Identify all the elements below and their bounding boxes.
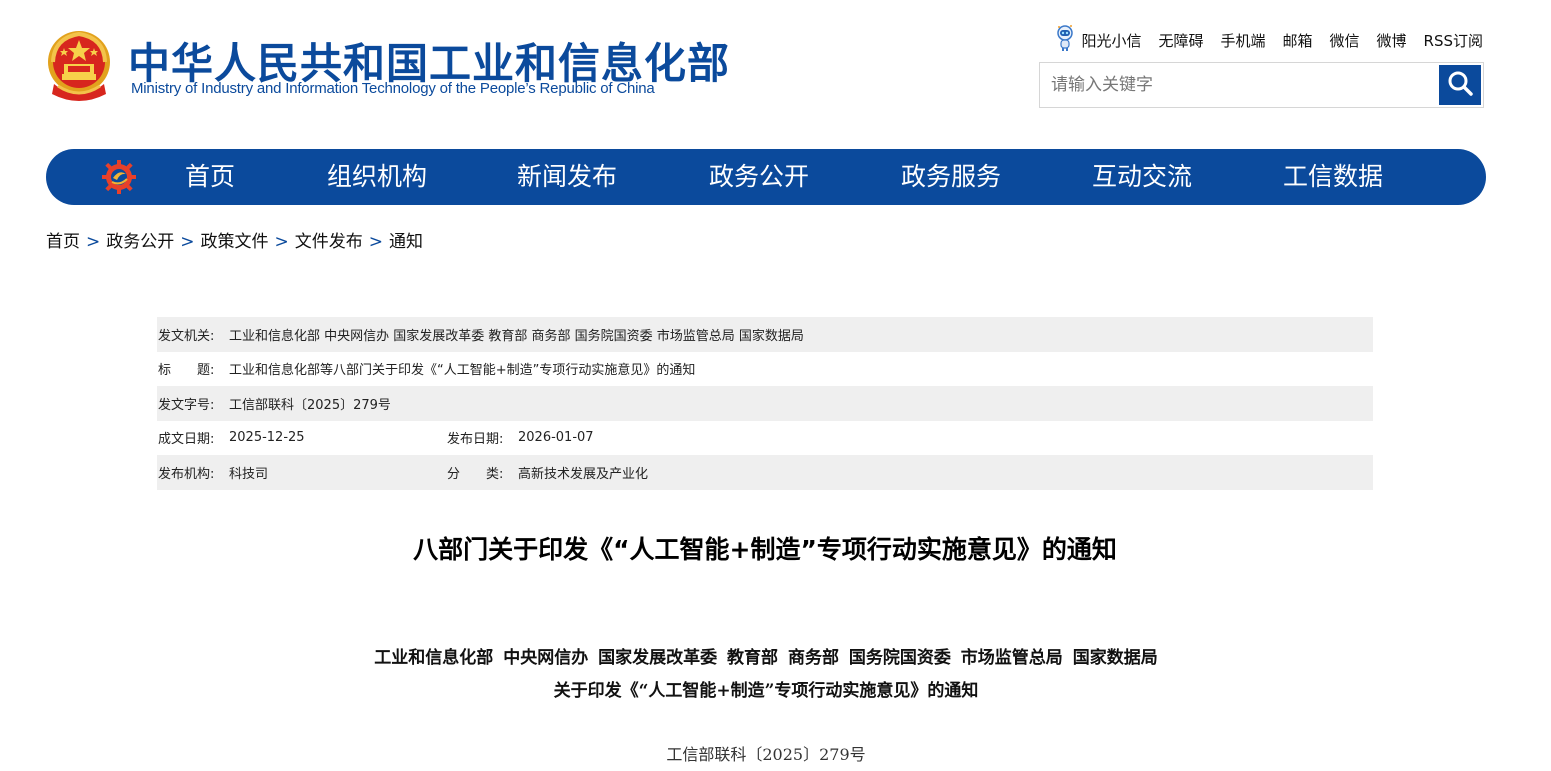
meta-org-label: 发布机构: xyxy=(158,466,215,482)
robot-icon xyxy=(1055,24,1075,56)
meta-row-dates: 成文日期: 2025-12-25 发布日期: 2026-01-07 xyxy=(157,421,1373,456)
meta-doc-number-label: 发文字号: xyxy=(158,397,215,413)
meta-org-value: 科技司 xyxy=(229,466,269,482)
breadcrumb-gov-affairs[interactable]: 政务公开 xyxy=(106,232,174,252)
meta-written-date-value: 2025-12-25 xyxy=(229,430,305,446)
breadcrumb-notice[interactable]: 通知 xyxy=(389,232,423,252)
meta-org-cell: 发布机构: 科技司 xyxy=(157,463,268,482)
breadcrumb-policy-docs[interactable]: 政策文件 xyxy=(201,232,269,252)
breadcrumb-separator: > xyxy=(86,232,101,252)
top-link-rss[interactable]: RSS订阅 xyxy=(1424,30,1483,51)
nav-government-affairs[interactable]: 政务公开 xyxy=(709,149,809,205)
top-link-wechat[interactable]: 微信 xyxy=(1330,30,1360,51)
article-title: 八部门关于印发《“人工智能+制造”专项行动实施意见》的通知 xyxy=(413,535,1117,564)
meta-category-cell: 分 类: 高新技术发展及产业化 xyxy=(446,463,648,482)
meta-title-value: 工业和信息化部等八部门关于印发《“人工智能+制造”专项行动实施意见》的通知 xyxy=(229,363,696,379)
top-link-accessibility[interactable]: 无障碍 xyxy=(1158,30,1203,51)
article-doc-number: 工信部联科〔2025〕279号 xyxy=(666,745,866,764)
article-subtitle: 关于印发《“人工智能+制造”专项行动实施意见》的通知 xyxy=(553,681,979,701)
meta-category-label: 分 类: xyxy=(447,466,504,482)
meta-published-date-value: 2026-01-07 xyxy=(518,430,594,446)
search-button[interactable] xyxy=(1439,65,1481,105)
top-links: 阳光小信 无障碍 手机端 邮箱 微信 微博 RSS订阅 xyxy=(1055,24,1483,56)
search-box xyxy=(1039,62,1484,108)
meta-written-date-cell: 成文日期: 2025-12-25 xyxy=(157,428,305,447)
nav-interaction[interactable]: 互动交流 xyxy=(1092,149,1192,205)
site-logo-english[interactable]: Ministry of Industry and Information Tec… xyxy=(131,80,655,97)
meta-issuer-label: 发文机关: xyxy=(158,328,215,344)
top-link-weibo[interactable]: 微博 xyxy=(1377,30,1407,51)
meta-doc-number-value: 工信部联科〔2025〕279号 xyxy=(229,397,391,413)
nav-home[interactable]: 首页 xyxy=(185,149,235,205)
meta-row-title: 标 题: 工业和信息化部等八部门关于印发《“人工智能+制造”专项行动实施意见》的… xyxy=(157,352,1373,387)
top-link-mailbox[interactable]: 邮箱 xyxy=(1282,30,1312,51)
breadcrumb-separator: > xyxy=(368,232,383,252)
article-issuers: 工业和信息化部 中央网信办 国家发展改革委 教育部 商务部 国务院国资委 市场监… xyxy=(374,648,1158,668)
meta-issuer-value: 工业和信息化部 中央网信办 国家发展改革委 教育部 商务部 国务院国资委 市场监… xyxy=(229,328,804,344)
meta-published-date-cell: 发布日期: 2026-01-07 xyxy=(446,428,594,447)
meta-row-doc-number: 发文字号: 工信部联科〔2025〕279号 xyxy=(157,386,1373,421)
breadcrumb-separator: > xyxy=(274,232,289,252)
breadcrumb: 首页 > 政务公开 > 政策文件 > 文件发布 > 通知 xyxy=(46,227,423,252)
meta-written-date-label: 成文日期: xyxy=(158,432,215,448)
meta-row-org-category: 发布机构: 科技司 分 类: 高新技术发展及产业化 xyxy=(157,455,1373,490)
meta-category-value: 高新技术发展及产业化 xyxy=(518,466,649,482)
meta-title-label: 标 题: xyxy=(158,363,215,379)
top-link-sunshine-label[interactable]: 阳光小信 xyxy=(1081,30,1141,51)
miit-gear-logo-icon[interactable] xyxy=(100,159,138,195)
meta-published-date-label: 发布日期: xyxy=(447,432,504,448)
search-input[interactable] xyxy=(1040,63,1438,107)
nav-government-services[interactable]: 政务服务 xyxy=(901,149,1001,205)
nav-news[interactable]: 新闻发布 xyxy=(517,149,617,205)
breadcrumb-separator: > xyxy=(180,232,195,252)
national-emblem-icon[interactable] xyxy=(44,28,114,104)
breadcrumb-home[interactable]: 首页 xyxy=(46,232,80,252)
top-link-sunshine[interactable]: 阳光小信 xyxy=(1055,24,1141,56)
top-link-mobile[interactable]: 手机端 xyxy=(1220,30,1265,51)
main-nav: 首页 组织机构 新闻发布 政务公开 政务服务 互动交流 工信数据 xyxy=(46,149,1486,205)
nav-organization[interactable]: 组织机构 xyxy=(327,149,427,205)
site-header: 中华人民共和国工业和信息化部 Ministry of Industry and … xyxy=(0,0,1551,140)
meta-row-issuer: 发文机关: 工业和信息化部 中央网信办 国家发展改革委 教育部 商务部 国务院国… xyxy=(157,317,1373,352)
nav-data[interactable]: 工信数据 xyxy=(1283,149,1383,205)
search-icon xyxy=(1446,69,1474,101)
breadcrumb-doc-release[interactable]: 文件发布 xyxy=(295,232,363,252)
document-meta-table: 发文机关: 工业和信息化部 中央网信办 国家发展改革委 教育部 商务部 国务院国… xyxy=(157,317,1373,490)
